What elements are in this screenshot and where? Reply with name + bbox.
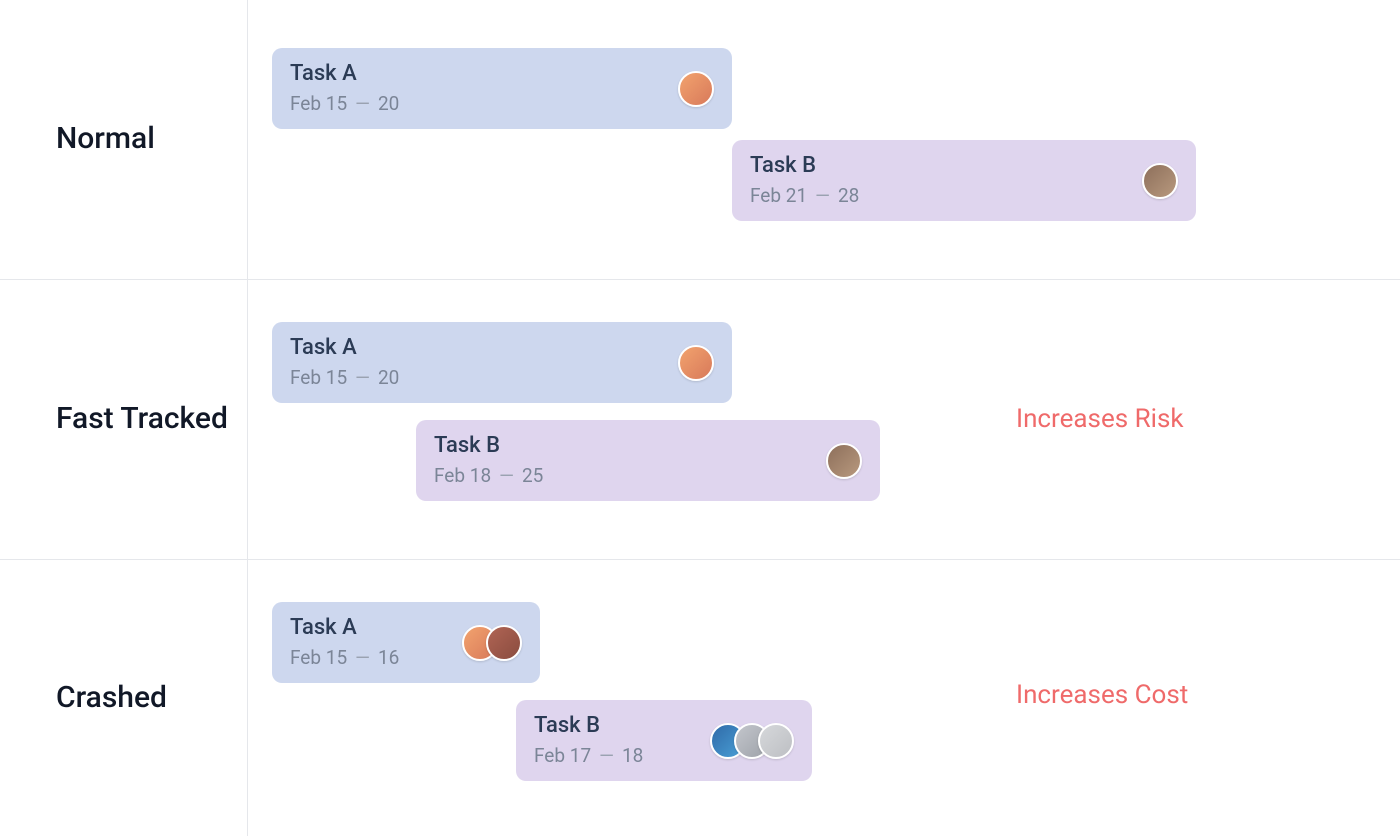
task-title: Task A — [290, 336, 399, 360]
task-dates: Feb 17 — 18 — [534, 744, 643, 767]
note-crashed: Increases Cost — [1016, 680, 1188, 710]
task-title: Task A — [290, 616, 399, 640]
task-card-normal-b: Task B Feb 21 — 28 — [732, 140, 1196, 221]
timeline-crashed: Task A Feb 15 — 16 Task B Feb 17 — [248, 560, 1400, 836]
row-fast-tracked: Fast Tracked Task A Feb 15 — 20 T — [0, 280, 1400, 560]
date-separator: — — [353, 646, 372, 669]
avatars — [710, 723, 794, 759]
date-suffix: 18 — [622, 744, 643, 767]
avatars — [462, 625, 522, 661]
date-separator: — — [353, 366, 372, 389]
row-label: Fast Tracked — [56, 402, 228, 437]
row-label-col: Normal — [0, 0, 248, 279]
task-card-fast-b: Task B Feb 18 — 25 — [416, 420, 880, 501]
task-title: Task B — [534, 714, 643, 738]
avatars — [678, 345, 714, 381]
date-prefix: Feb 15 — [290, 92, 347, 115]
task-body: Task B Feb 17 — 18 — [534, 714, 643, 767]
row-label: Normal — [56, 122, 155, 157]
task-title: Task A — [290, 62, 399, 86]
task-dates: Feb 18 — 25 — [434, 464, 543, 487]
task-body: Task A Feb 15 — 20 — [290, 62, 399, 115]
task-body: Task A Feb 15 — 20 — [290, 336, 399, 389]
avatar-icon — [826, 443, 862, 479]
task-dates: Feb 15 — 16 — [290, 646, 399, 669]
date-suffix: 25 — [522, 464, 543, 487]
date-suffix: 20 — [378, 366, 399, 389]
date-separator: — — [597, 744, 616, 767]
timeline-normal: Task A Feb 15 — 20 Task B Feb 21 — — [248, 0, 1400, 279]
row-label: Crashed — [56, 681, 167, 716]
task-card-fast-a: Task A Feb 15 — 20 — [272, 322, 732, 403]
date-prefix: Feb 18 — [434, 464, 491, 487]
date-suffix: 28 — [838, 184, 859, 207]
note-fast: Increases Risk — [1016, 404, 1184, 434]
row-label-col: Fast Tracked — [0, 280, 248, 559]
task-body: Task B Feb 18 — 25 — [434, 434, 543, 487]
task-card-crashed-b: Task B Feb 17 — 18 — [516, 700, 812, 781]
date-separator: — — [813, 184, 832, 207]
task-dates: Feb 21 — 28 — [750, 184, 859, 207]
date-separator: — — [353, 92, 372, 115]
date-suffix: 16 — [378, 646, 399, 669]
avatars — [1142, 163, 1178, 199]
date-suffix: 20 — [378, 92, 399, 115]
task-card-normal-a: Task A Feb 15 — 20 — [272, 48, 732, 129]
date-prefix: Feb 15 — [290, 646, 347, 669]
timeline-fast: Task A Feb 15 — 20 Task B Feb 18 — — [248, 280, 1400, 559]
date-prefix: Feb 21 — [750, 184, 807, 207]
date-prefix: Feb 17 — [534, 744, 591, 767]
row-normal: Normal Task A Feb 15 — 20 Task B — [0, 0, 1400, 280]
task-dates: Feb 15 — 20 — [290, 92, 399, 115]
task-dates: Feb 15 — 20 — [290, 366, 399, 389]
avatar-icon — [758, 723, 794, 759]
task-title: Task B — [750, 154, 859, 178]
diagram-root: Normal Task A Feb 15 — 20 Task B — [0, 0, 1400, 836]
task-title: Task B — [434, 434, 543, 458]
date-separator: — — [497, 464, 516, 487]
avatar-icon — [486, 625, 522, 661]
task-card-crashed-a: Task A Feb 15 — 16 — [272, 602, 540, 683]
task-body: Task B Feb 21 — 28 — [750, 154, 859, 207]
date-prefix: Feb 15 — [290, 366, 347, 389]
row-crashed: Crashed Task A Feb 15 — 16 — [0, 560, 1400, 836]
avatar-icon — [678, 345, 714, 381]
row-label-col: Crashed — [0, 560, 248, 836]
avatars — [826, 443, 862, 479]
task-body: Task A Feb 15 — 16 — [290, 616, 399, 669]
avatar-icon — [1142, 163, 1178, 199]
avatar-icon — [678, 71, 714, 107]
avatars — [678, 71, 714, 107]
